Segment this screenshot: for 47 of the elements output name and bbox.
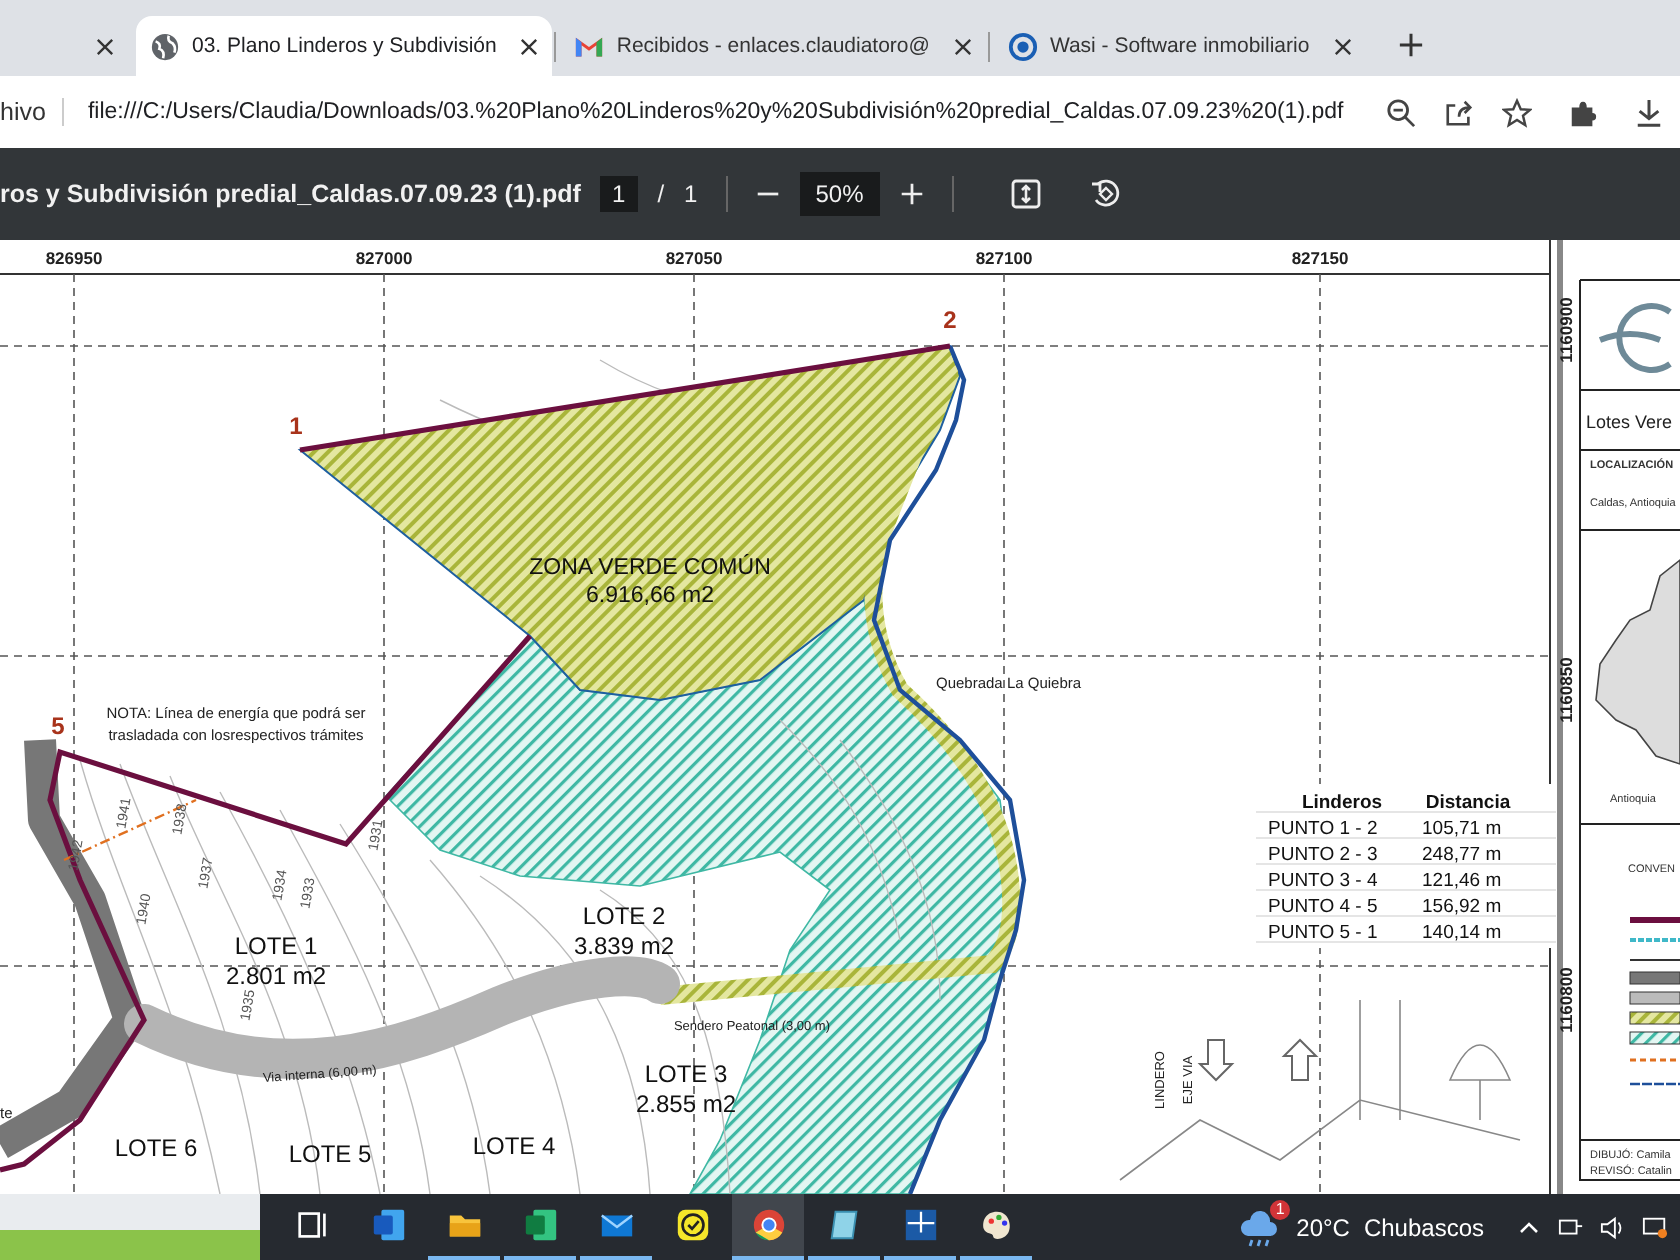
point-label: 5 <box>51 712 65 740</box>
lot-name: LOTE 4 <box>472 1132 556 1160</box>
table-cell: 156,92 m <box>1422 896 1502 918</box>
table-cell: PUNTO 4 - 5 <box>1268 896 1378 918</box>
browser-tab[interactable]: 03. Plano Linderos y Subdivisión <box>136 16 553 76</box>
notification-badge: 1 <box>1270 1199 1291 1219</box>
zone-area: 6.916,66 m2 <box>586 584 714 608</box>
coordinate-label: 827150 <box>1291 248 1349 268</box>
page-number-field[interactable]: 1 <box>600 176 638 212</box>
point-label: 2 <box>943 306 957 334</box>
table-header: Distancia <box>1425 792 1511 814</box>
temperature-text: 20°C <box>1296 1213 1350 1241</box>
table-cell: PUNTO 5 - 1 <box>1268 922 1378 944</box>
lot-name: LOTE 3 <box>644 1060 728 1088</box>
coordinate-label: 827000 <box>355 248 413 268</box>
coordinate-label: 827100 <box>975 248 1033 268</box>
coordinate-label: 826950 <box>45 248 103 268</box>
lot-name: LOTE 5 <box>288 1140 372 1168</box>
zoom-level-field[interactable]: 50% <box>799 172 880 216</box>
document-title: ros y Subdivisión predial_Caldas.07.09.23 (1).pdf <box>0 180 583 208</box>
zone-name: ZONA VERDE COMÚN <box>529 556 771 580</box>
lot-area: 2.801 m2 <box>225 962 327 990</box>
weather-condition: Chubascos <box>1363 1213 1484 1241</box>
lot-area: 3.839 m2 <box>573 932 675 960</box>
table-cell: PUNTO 1 - 2 <box>1268 818 1378 840</box>
menu-label[interactable]: hivo <box>0 98 64 126</box>
table-cell: 248,77 m <box>1422 844 1502 866</box>
browser-tab[interactable]: Recibidos - enlaces.claudiatoro@ <box>560 16 986 76</box>
coordinate-label: 1160900 <box>1556 297 1576 363</box>
coordinate-label: 1160850 <box>1556 657 1576 723</box>
lot-area: 2.855 m2 <box>635 1090 737 1118</box>
table-cell: PUNTO 2 - 3 <box>1268 844 1378 866</box>
lot-name: LOTE 2 <box>582 902 666 930</box>
project-title: Lotes Vere <box>1586 412 1673 432</box>
table-cell: 140,14 m <box>1422 922 1502 944</box>
table-cell: PUNTO 3 - 4 <box>1268 870 1378 892</box>
page-count: 1 <box>684 180 698 208</box>
lot-name: LOTE 1 <box>234 932 318 960</box>
browser-tab[interactable]: Wasi - Software inmobiliario <box>993 16 1366 76</box>
table-cell: 121,46 m <box>1422 870 1502 892</box>
table-cell: 105,71 m <box>1422 818 1502 840</box>
coordinate-label: 1160800 <box>1556 967 1576 1033</box>
lot-name: LOTE 6 <box>114 1134 198 1162</box>
coordinate-label: 827050 <box>665 248 723 268</box>
table-header: Linderos <box>1301 792 1383 814</box>
point-label: 1 <box>289 412 303 440</box>
page-separator: / <box>657 180 665 208</box>
